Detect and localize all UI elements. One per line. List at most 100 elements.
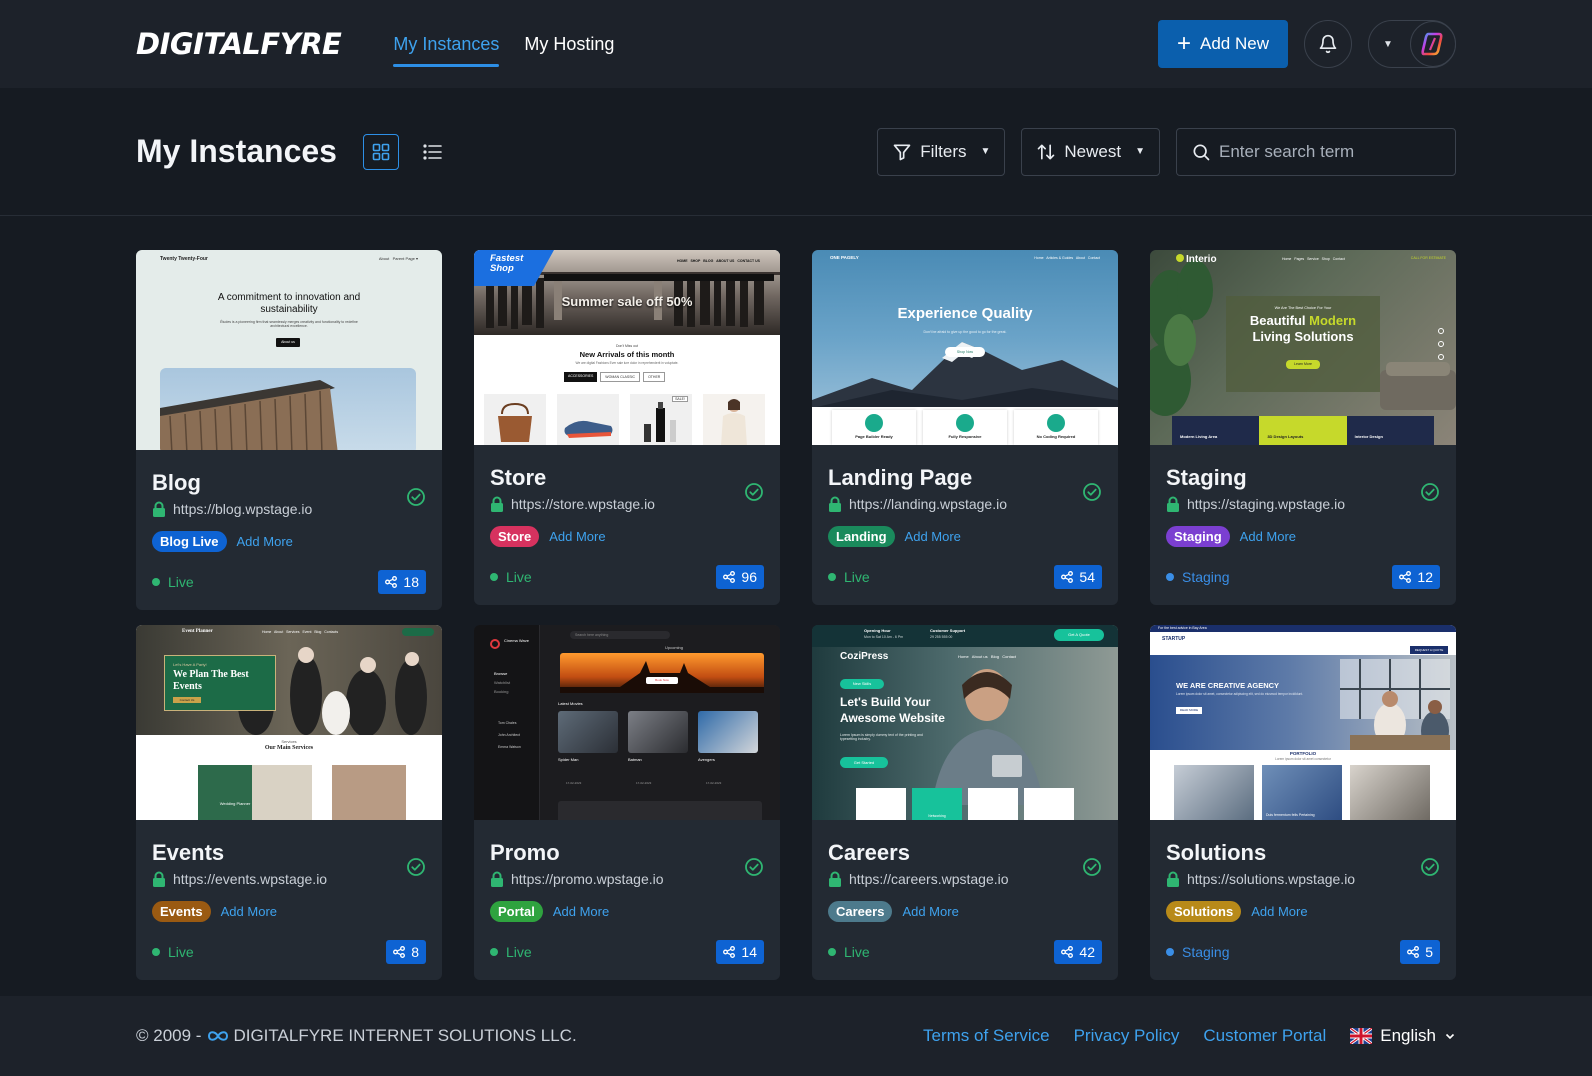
service-card: [332, 765, 406, 820]
language-selector[interactable]: English: [1350, 1026, 1456, 1046]
preview-hero-image: [160, 368, 416, 450]
share-icon: [723, 571, 736, 583]
instance-url[interactable]: https://store.wpstage.io: [511, 496, 655, 512]
instance-card-careers[interactable]: Opening Hour Mon to Sat 10 Am - 6 Pm Cus…: [812, 625, 1118, 980]
preview-sidebar: Cinema Wave Browse Watchlist Booking Tom…: [474, 625, 540, 820]
instance-card-landing[interactable]: ONE PAGELY Home Articles & Guides About …: [812, 250, 1118, 605]
instance-card-staging[interactable]: Interio Home Pages Service Shop Contact …: [1150, 250, 1456, 605]
slider-dots[interactable]: [1438, 328, 1444, 364]
add-new-button[interactable]: + Add New: [1158, 20, 1288, 68]
instance-url[interactable]: https://staging.wpstage.io: [1187, 496, 1345, 512]
instance-url[interactable]: https://blog.wpstage.io: [173, 501, 312, 517]
instance-tag[interactable]: Blog Live: [152, 531, 227, 552]
site-preview[interactable]: Fastest Shop HOME SHOP BLOG ABOUT US CON…: [474, 250, 780, 445]
preview-nav: Home Articles & Guides About Contact: [1034, 256, 1100, 260]
instance-title[interactable]: Blog: [152, 470, 426, 496]
status-text: Live: [506, 569, 532, 585]
instance-card-blog[interactable]: Twenty Twenty-Four About Parent Page ▾ A…: [136, 250, 442, 610]
instance-card-events[interactable]: Event Planner Home About Services Event …: [136, 625, 442, 980]
sort-dropdown[interactable]: Newest ▼: [1021, 127, 1160, 176]
instance-tag[interactable]: Landing: [828, 526, 895, 547]
customer-portal-link[interactable]: Customer Portal: [1203, 1026, 1326, 1046]
site-preview[interactable]: Interio Home Pages Service Shop Contact …: [1150, 250, 1456, 445]
add-more-link[interactable]: Add More: [237, 534, 293, 549]
instance-title[interactable]: Store: [490, 465, 764, 491]
site-preview[interactable]: Cinema Wave Browse Watchlist Booking Tom…: [474, 625, 780, 820]
notifications-button[interactable]: [1304, 20, 1352, 68]
preview-nav: Home About us Blog Contact: [958, 654, 1017, 659]
instance-card-promo[interactable]: Cinema Wave Browse Watchlist Booking Tom…: [474, 625, 780, 980]
instance-url[interactable]: https://careers.wpstage.io: [849, 871, 1009, 887]
list-view-button[interactable]: [415, 134, 451, 170]
share-count-button[interactable]: 42: [1054, 940, 1102, 964]
instance-title[interactable]: Solutions: [1166, 840, 1440, 866]
portfolio-thumb: [1174, 765, 1254, 820]
share-count-button[interactable]: 54: [1054, 565, 1102, 589]
site-preview[interactable]: For the best advice in Bay Area STARTUP …: [1150, 625, 1456, 820]
top-navbar: DIGITALFYRE My Instances My Hosting + Ad…: [0, 0, 1592, 88]
share-count-button[interactable]: 96: [716, 565, 764, 589]
instance-title[interactable]: Staging: [1166, 465, 1440, 491]
add-more-link[interactable]: Add More: [553, 904, 609, 919]
add-more-link[interactable]: Add More: [221, 904, 277, 919]
terms-link[interactable]: Terms of Service: [923, 1026, 1050, 1046]
site-preview[interactable]: Opening Hour Mon to Sat 10 Am - 6 Pm Cus…: [812, 625, 1118, 820]
list-icon: [423, 143, 442, 160]
instance-title[interactable]: Landing Page: [828, 465, 1102, 491]
page-toolbar: My Instances Filters ▼ Newest ▼: [0, 88, 1592, 216]
grid-icon: [372, 143, 390, 160]
instance-card-store[interactable]: Fastest Shop HOME SHOP BLOG ABOUT US CON…: [474, 250, 780, 605]
preview-headline: Summer sale off 50%: [561, 294, 693, 309]
instance-url[interactable]: https://solutions.wpstage.io: [1187, 871, 1355, 887]
add-more-link[interactable]: Add More: [905, 529, 961, 544]
instance-title[interactable]: Careers: [828, 840, 1102, 866]
nav-my-hosting[interactable]: My Hosting: [524, 0, 614, 88]
instance-tag[interactable]: Store: [490, 526, 540, 547]
caret-down-icon: ▼: [1383, 38, 1393, 50]
instance-tag[interactable]: Solutions: [1166, 901, 1242, 922]
instance-url[interactable]: https://events.wpstage.io: [173, 871, 327, 887]
instance-tag[interactable]: Careers: [828, 901, 893, 922]
instance-title[interactable]: Promo: [490, 840, 764, 866]
share-count-button[interactable]: 18: [378, 570, 426, 594]
instance-card-solutions[interactable]: For the best advice in Bay Area STARTUP …: [1150, 625, 1456, 980]
site-preview[interactable]: ONE PAGELY Home Articles & Guides About …: [812, 250, 1118, 445]
instance-url[interactable]: https://promo.wpstage.io: [511, 871, 664, 887]
instance-tag[interactable]: Events: [152, 901, 211, 922]
add-more-link[interactable]: Add More: [902, 904, 958, 919]
site-preview[interactable]: Event Planner Home About Services Event …: [136, 625, 442, 820]
status-dot: [1166, 573, 1174, 581]
lock-icon: [829, 496, 841, 512]
add-more-link[interactable]: Add More: [549, 529, 605, 544]
preview-banner-label: Upcoming: [664, 645, 683, 650]
privacy-link[interactable]: Privacy Policy: [1074, 1026, 1180, 1046]
grid-view-button[interactable]: [362, 133, 399, 170]
preview-brand: CoziPress: [840, 651, 889, 662]
avatar[interactable]: [1410, 21, 1456, 67]
preview-subtext: Don't be afraid to give up the good to g…: [923, 330, 1007, 334]
chevron-down-icon: [1445, 1033, 1455, 1040]
share-icon: [723, 946, 736, 958]
site-preview[interactable]: Twenty Twenty-Four About Parent Page ▾ A…: [136, 250, 442, 450]
add-more-link[interactable]: Add More: [1240, 529, 1296, 544]
brand-logo[interactable]: DIGITALFYRE: [136, 27, 342, 61]
instance-title[interactable]: Events: [152, 840, 426, 866]
instance-tag[interactable]: Portal: [490, 901, 543, 922]
nav-my-instances[interactable]: My Instances: [393, 0, 500, 88]
share-count-button[interactable]: 12: [1392, 565, 1440, 589]
share-count-button[interactable]: 14: [716, 940, 764, 964]
lock-icon: [153, 501, 165, 517]
brand-mark-icon: [1421, 32, 1443, 56]
status-text: Live: [844, 944, 870, 960]
share-count-button[interactable]: 5: [1400, 940, 1440, 964]
share-count-button[interactable]: 8: [386, 940, 426, 964]
search-input[interactable]: [1219, 141, 1439, 162]
instance-tag[interactable]: Staging: [1166, 526, 1230, 547]
instance-url[interactable]: https://landing.wpstage.io: [849, 496, 1007, 512]
add-more-link[interactable]: Add More: [1251, 904, 1307, 919]
filters-dropdown[interactable]: Filters ▼: [877, 127, 1006, 176]
movie-poster: [558, 711, 618, 753]
check-circle-icon: [1421, 858, 1439, 876]
user-menu[interactable]: ▼: [1368, 20, 1456, 68]
search-box: [1176, 127, 1456, 176]
